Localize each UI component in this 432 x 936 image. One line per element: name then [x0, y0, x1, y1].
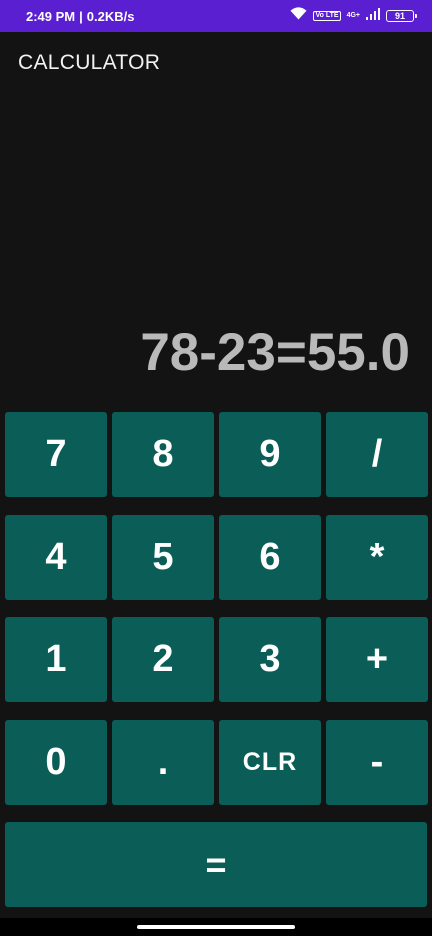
- key-3[interactable]: 3: [219, 617, 321, 702]
- navigation-bar: [0, 918, 432, 936]
- calculator-display: 78-23=55.0: [140, 323, 410, 382]
- status-right: Vo LTE 4G+ 91: [290, 7, 417, 25]
- key-0[interactable]: 0: [5, 719, 107, 805]
- key-1[interactable]: 1: [5, 617, 107, 702]
- key-4[interactable]: 4: [5, 514, 107, 600]
- key-decimal[interactable]: .: [112, 719, 214, 805]
- status-left: 2:49 PM | 0.2KB/s: [26, 9, 134, 24]
- keypad: 7 8 9 / 4 5 6 * 1 2 3 + 0 . CLR -: [5, 412, 428, 805]
- status-bar: 2:49 PM | 0.2KB/s Vo LTE 4G+ 91: [0, 0, 432, 32]
- key-plus[interactable]: +: [326, 617, 428, 702]
- wifi-icon: [290, 7, 307, 25]
- volte-badge: Vo LTE: [313, 11, 341, 21]
- battery-level: 91: [394, 11, 405, 21]
- key-7[interactable]: 7: [5, 412, 107, 497]
- home-gesture-handle[interactable]: [137, 925, 295, 929]
- key-minus[interactable]: -: [326, 719, 428, 805]
- key-divide[interactable]: /: [326, 412, 428, 497]
- key-clear[interactable]: CLR: [219, 719, 321, 805]
- signal-icon: [366, 7, 380, 25]
- battery-icon: 91: [386, 10, 417, 22]
- key-8[interactable]: 8: [112, 412, 214, 497]
- key-multiply[interactable]: *: [326, 514, 428, 600]
- status-separator: |: [79, 8, 83, 24]
- app-title: CALCULATOR: [18, 51, 161, 74]
- key-2[interactable]: 2: [112, 617, 214, 702]
- key-6[interactable]: 6: [219, 514, 321, 600]
- key-5[interactable]: 5: [112, 514, 214, 600]
- network-speed: 0.2KB/s: [86, 8, 135, 24]
- key-equals[interactable]: =: [5, 822, 427, 907]
- status-time: 2:49 PM: [26, 8, 76, 24]
- key-9[interactable]: 9: [219, 412, 321, 497]
- network-type-label: 4G+: [346, 12, 360, 19]
